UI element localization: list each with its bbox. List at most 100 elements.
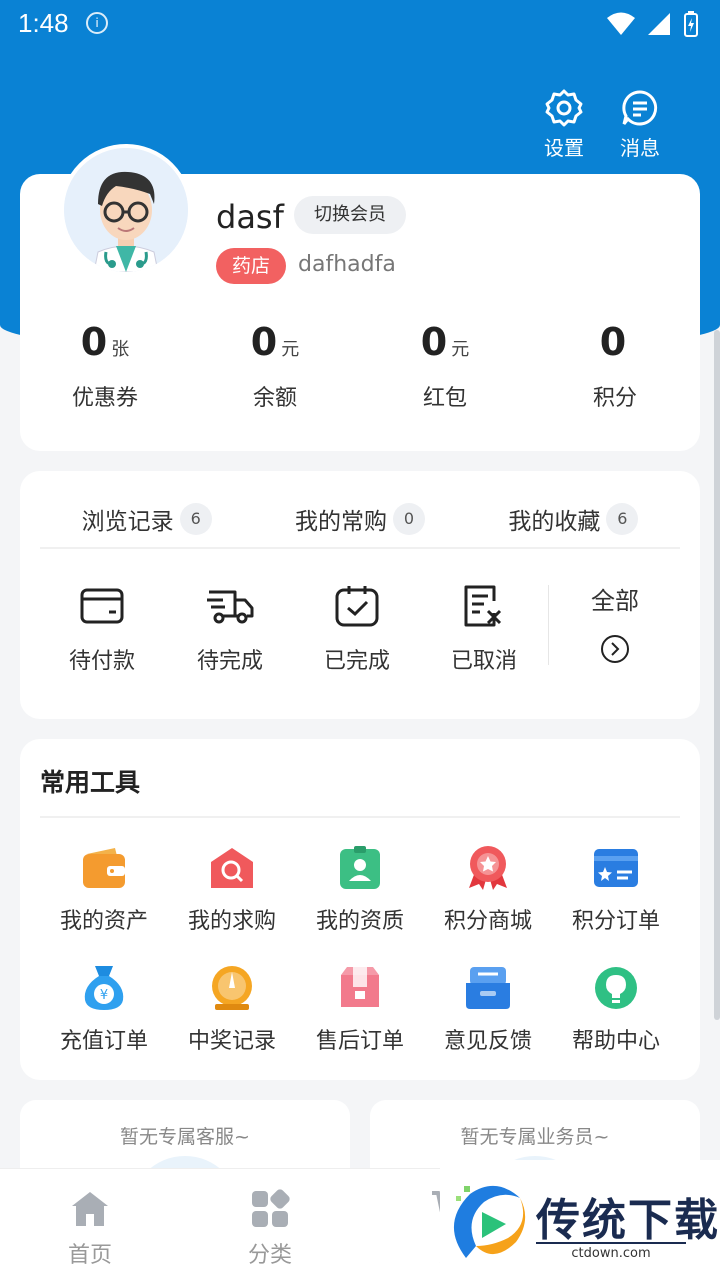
customer-service-text: 暂无专属客服~ (120, 1126, 250, 1148)
tool-label: 积分订单 (571, 909, 660, 934)
wifi-icon (607, 12, 635, 35)
orders-card: 浏览记录 6 我的常购 0 我的收藏 6 待付款 待完成 已完成 已取消 全部 (20, 471, 700, 719)
search-house-icon (211, 848, 253, 888)
tool-my-assets[interactable]: 我的资产 (40, 843, 168, 935)
gear-icon (545, 89, 583, 127)
clipboard-check-icon (335, 586, 379, 627)
tab-frequent-purchases[interactable]: 我的常购 0 (295, 502, 425, 536)
bulb-icon (595, 967, 637, 1009)
tool-recharge-orders[interactable]: ¥ 充值订单 (40, 963, 168, 1055)
switch-member-button[interactable]: 切换会员 (294, 196, 406, 234)
status-time: 1:48 (18, 8, 69, 38)
stat-red-packet[interactable]: 0元 红包 (360, 320, 530, 412)
stat-unit: 张 (111, 339, 130, 360)
money-bag-icon: ¥ (84, 966, 124, 1010)
tool-my-qualifications[interactable]: 我的资质 (296, 843, 424, 935)
tab-browse-history[interactable]: 浏览记录 6 (82, 502, 212, 536)
tab-home[interactable]: 首页 (0, 1169, 180, 1280)
stat-points[interactable]: 0 积分 (530, 320, 700, 412)
order-status-row: 待付款 待完成 已完成 已取消 全部 (20, 571, 700, 681)
store-name: dafhadfa (298, 252, 396, 277)
tool-label: 我的资质 (315, 909, 404, 934)
tools-title: 常用工具 (40, 768, 141, 797)
stat-unit: 元 (451, 339, 470, 360)
tools-card: 常用工具 我的资产 我的求购 我的资质 积分商城 积分订单 ¥ 充值订单 中奖记… (20, 739, 700, 1080)
stat-label: 积分 (592, 386, 637, 411)
settings-button[interactable]: 设置 (544, 88, 584, 161)
svg-text:¥: ¥ (100, 988, 108, 1003)
stat-unit: 元 (281, 339, 300, 360)
timer-icon (212, 966, 252, 1010)
divider (40, 816, 680, 818)
wallet-icon (80, 588, 124, 624)
tool-points-mall[interactable]: 积分商城 (424, 843, 552, 935)
watermark-url: ctdown.com (536, 1242, 686, 1261)
pharmacy-tag: 药店 (216, 248, 287, 284)
tab-favorites[interactable]: 我的收藏 6 (508, 502, 639, 536)
tool-points-orders[interactable]: 积分订单 (552, 843, 680, 935)
count-badge: 0 (392, 503, 425, 535)
watermark: 传统下载 ctdown.com (440, 1160, 720, 1280)
tool-label: 中奖记录 (187, 1029, 276, 1054)
username: dasf (216, 198, 284, 236)
tool-prize-records[interactable]: 中奖记录 (168, 963, 296, 1055)
tab-label: 我的收藏 (508, 509, 601, 535)
battery-icon (684, 11, 698, 37)
status-bar: 1:48 i (0, 0, 720, 48)
gift-box-icon (341, 967, 379, 1007)
tool-after-sales-orders[interactable]: 售后订单 (296, 963, 424, 1055)
count-badge: 6 (606, 503, 639, 535)
sim-icon: i (86, 12, 108, 34)
messages-button[interactable]: 消息 (620, 88, 660, 161)
inbox-icon (466, 967, 510, 1009)
order-status-label: 待付款 (68, 649, 135, 674)
tool-feedback[interactable]: 意见反馈 (424, 963, 552, 1055)
messages-label: 消息 (620, 136, 660, 160)
order-completed[interactable]: 已完成 (297, 581, 417, 675)
all-orders-button[interactable]: 全部 (570, 581, 660, 664)
tab-label: 浏览记录 (81, 509, 174, 535)
tool-label: 售后订单 (315, 1029, 404, 1054)
tab-label: 首页 (67, 1243, 112, 1268)
order-pending-completion[interactable]: 待完成 (170, 581, 290, 675)
avatar[interactable] (60, 144, 192, 276)
all-orders-label: 全部 (591, 587, 639, 615)
truck-icon (207, 590, 254, 624)
record-tabs: 浏览记录 6 我的常购 0 我的收藏 6 (40, 491, 680, 549)
signal-icon (648, 13, 670, 35)
tool-help-center[interactable]: 帮助中心 (552, 963, 680, 1055)
order-cancelled[interactable]: 已取消 (424, 581, 544, 675)
watermark-logo (453, 1185, 526, 1258)
stat-balance[interactable]: 0元 余额 (190, 320, 360, 412)
stat-label: 优惠券 (71, 386, 138, 411)
stat-label: 余额 (252, 386, 297, 411)
count-badge: 6 (179, 503, 212, 535)
settings-label: 设置 (544, 136, 584, 160)
salesperson-text: 暂无专属业务员~ (460, 1126, 610, 1148)
chevron-right-circle-icon (601, 635, 629, 663)
order-pending-payment[interactable]: 待付款 (42, 581, 162, 675)
order-status-label: 已取消 (450, 649, 517, 674)
tool-label: 帮助中心 (571, 1029, 660, 1054)
medal-icon (469, 846, 507, 890)
tab-label: 我的常购 (294, 509, 387, 535)
stat-value: 0 (250, 320, 278, 364)
tool-label: 我的资产 (59, 909, 148, 934)
tab-category[interactable]: 分类 (180, 1169, 360, 1280)
card-icon (594, 849, 638, 887)
profile-card: dasf 切换会员 药店 dafhadfa 0张 优惠券 0元 余额 0元 红包… (20, 144, 700, 451)
tool-label: 积分商城 (443, 909, 532, 934)
tool-label: 意见反馈 (443, 1029, 532, 1054)
home-icon (72, 1192, 108, 1226)
tab-label: 分类 (247, 1243, 292, 1268)
stat-coupons[interactable]: 0张 优惠券 (20, 320, 190, 412)
scrollbar[interactable] (714, 330, 720, 1020)
divider (548, 585, 549, 665)
document-cancel-icon (464, 585, 502, 627)
account-stats: 0张 优惠券 0元 余额 0元 红包 0 积分 (20, 320, 700, 412)
watermark-text: 传统下载 (536, 1196, 720, 1245)
tool-my-requests[interactable]: 我的求购 (168, 843, 296, 935)
message-icon (622, 90, 658, 126)
stat-label: 红包 (422, 386, 467, 411)
order-status-label: 已完成 (323, 649, 390, 674)
